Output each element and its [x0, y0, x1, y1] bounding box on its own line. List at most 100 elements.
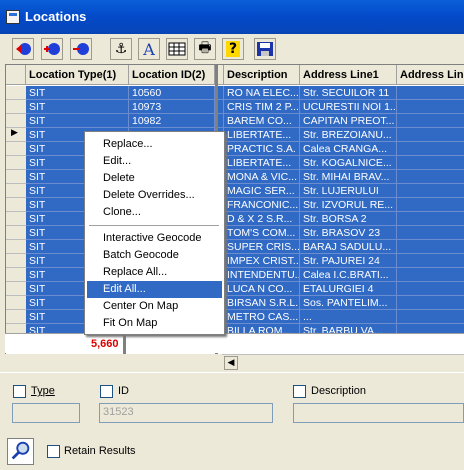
cell-desc[interactable]: MONA & VIC...	[224, 170, 300, 184]
row-selector[interactable]	[6, 100, 26, 114]
row-selector[interactable]: ▶	[6, 128, 26, 142]
cell-addr[interactable]: UCURESTII NOI 1...	[300, 100, 397, 114]
row-selector[interactable]	[6, 142, 26, 156]
table-row[interactable]: SIT PRACTIC S.A. Calea CRANGA...	[6, 142, 464, 156]
delete-location-icon[interactable]	[70, 38, 92, 60]
cell-id[interactable]: 10973	[129, 100, 215, 114]
cell-desc[interactable]: LIBERTATE...	[224, 156, 300, 170]
cell-empty[interactable]	[397, 310, 464, 324]
row-selector[interactable]	[6, 254, 26, 268]
row-selector[interactable]	[6, 310, 26, 324]
scroll-left-icon[interactable]: ◀	[224, 356, 238, 370]
description-checkbox[interactable]	[293, 385, 306, 398]
anchor-icon[interactable]: ⚓	[110, 38, 132, 60]
menu-item-edit-all[interactable]: Edit All...	[87, 281, 222, 298]
row-selector[interactable]	[6, 114, 26, 128]
save-icon[interactable]	[254, 38, 276, 60]
cell-empty[interactable]	[397, 170, 464, 184]
cell-desc[interactable]: MAGIC SER...	[224, 184, 300, 198]
table-row[interactable]: ▶SIT10919LIBERTATE...Str. BREZOIANU...	[6, 128, 464, 142]
description-field[interactable]	[293, 403, 464, 423]
column-header-description[interactable]: Description	[224, 65, 300, 85]
cell-addr[interactable]: Calea I.C.BRATI...	[300, 268, 397, 282]
cell-id[interactable]: 10982	[129, 114, 215, 128]
cell-addr[interactable]: Str. BORSA 2	[300, 212, 397, 226]
table-row[interactable]: SIT LUCA N CO... ETALURGIEI 4	[6, 282, 464, 296]
menu-item-delete[interactable]: Delete	[87, 170, 222, 187]
cell-addr[interactable]: CAPITAN PREOT...	[300, 114, 397, 128]
id-field[interactable]: 31523	[99, 403, 273, 423]
cell-addr[interactable]: Str. BREZOIANU...	[300, 128, 397, 142]
cell-empty[interactable]	[397, 156, 464, 170]
table-row[interactable]: SIT BIRSAN S.R.L. Sos. PANTELIM...	[6, 296, 464, 310]
menu-item-delete-overrides[interactable]: Delete Overrides...	[87, 187, 222, 204]
cell-empty[interactable]	[397, 282, 464, 296]
cell-addr[interactable]: ETALURGIEI 4	[300, 282, 397, 296]
cell-desc[interactable]: BAREM CO...	[224, 114, 300, 128]
font-icon[interactable]: A	[138, 38, 160, 60]
cell-type[interactable]: SIT	[26, 86, 129, 100]
cell-addr[interactable]: BARAJ SADULU...	[300, 240, 397, 254]
row-selector[interactable]	[6, 198, 26, 212]
cell-type[interactable]: SIT	[26, 100, 129, 114]
row-selector[interactable]	[6, 212, 26, 226]
table-row[interactable]: SIT 10973 CRIS TIM 2 P... UCURESTII NOI 1..…	[6, 100, 464, 114]
cell-addr[interactable]: Str. KOGALNICE...	[300, 156, 397, 170]
table-row[interactable]: SIT LIBERTATE... Str. KOGALNICE...	[6, 156, 464, 170]
menu-item-edit[interactable]: Edit...	[87, 153, 222, 170]
cell-desc[interactable]: IMPEX CRIST...	[224, 254, 300, 268]
cell-empty[interactable]	[397, 212, 464, 226]
cell-empty[interactable]	[397, 142, 464, 156]
cell-empty[interactable]	[397, 114, 464, 128]
cell-empty[interactable]	[397, 198, 464, 212]
cell-addr[interactable]: Str. BRASOV 23	[300, 226, 397, 240]
cell-empty[interactable]	[397, 86, 464, 100]
table-row[interactable]: SIT INTENDENTU... Calea I.C.BRATI...	[6, 268, 464, 282]
column-header-address-line1[interactable]: Address Line1	[300, 65, 397, 85]
cell-id[interactable]: 10560	[129, 86, 215, 100]
cell-desc[interactable]: INTENDENTU...	[224, 268, 300, 282]
grid-icon[interactable]	[166, 38, 188, 60]
type-checkbox[interactable]	[13, 385, 26, 398]
add-location-icon[interactable]	[41, 38, 63, 60]
cell-desc[interactable]: TOM'S COM...	[224, 226, 300, 240]
id-checkbox[interactable]	[100, 385, 113, 398]
cell-empty[interactable]	[397, 184, 464, 198]
cell-addr[interactable]: Str. MIHAI BRAV...	[300, 170, 397, 184]
table-row[interactable]: SIT FRANCONIC... Str. IZVORUL RE...	[6, 198, 464, 212]
horizontal-scrollbar[interactable]: ◀	[222, 354, 464, 370]
cell-type[interactable]: SIT	[26, 114, 129, 128]
cell-desc[interactable]: PRACTIC S.A.	[224, 142, 300, 156]
row-selector[interactable]	[6, 282, 26, 296]
row-selector[interactable]	[6, 184, 26, 198]
cell-empty[interactable]	[397, 226, 464, 240]
row-selector[interactable]	[6, 268, 26, 282]
row-selector[interactable]	[6, 296, 26, 310]
row-selector[interactable]	[6, 226, 26, 240]
menu-item-fit-on-map[interactable]: Fit On Map	[87, 315, 222, 332]
table-row[interactable]: SIT IMPEX CRIST... Str. PAJUREI 24	[6, 254, 464, 268]
table-row[interactable]: SIT SUPER CRIS... BARAJ SADULU...	[6, 240, 464, 254]
cell-addr[interactable]: Sos. PANTELIM...	[300, 296, 397, 310]
cell-desc[interactable]: FRANCONIC...	[224, 198, 300, 212]
menu-item-interactive-geocode[interactable]: Interactive Geocode	[87, 230, 222, 247]
menu-item-batch-geocode[interactable]: Batch Geocode	[87, 247, 222, 264]
table-row[interactable]: SIT METRO CAS......	[6, 310, 464, 324]
menu-item-replace[interactable]: Replace...	[87, 136, 222, 153]
cell-empty[interactable]	[397, 268, 464, 282]
column-header-address-line2[interactable]: Address Line2	[397, 65, 464, 85]
print-icon[interactable]: 🖶	[194, 38, 216, 60]
cell-desc[interactable]: RO NA ELEC...	[224, 86, 300, 100]
cell-desc[interactable]: D & X 2 S.R...	[224, 212, 300, 226]
table-row[interactable]: SIT MONA & VIC... Str. MIHAI BRAV...	[6, 170, 464, 184]
cell-empty[interactable]	[397, 128, 464, 142]
row-selector[interactable]	[6, 86, 26, 100]
row-selector[interactable]	[6, 156, 26, 170]
row-selector[interactable]	[6, 240, 26, 254]
cell-empty[interactable]	[397, 296, 464, 310]
table-row[interactable]: SIT D & X 2 S.R... Str. BORSA 2	[6, 212, 464, 226]
add-arrow-icon[interactable]	[12, 38, 34, 60]
menu-item-center-on-map[interactable]: Center On Map	[87, 298, 222, 315]
retain-results-checkbox[interactable]	[47, 445, 60, 458]
cell-desc[interactable]: CRIS TIM 2 P...	[224, 100, 300, 114]
